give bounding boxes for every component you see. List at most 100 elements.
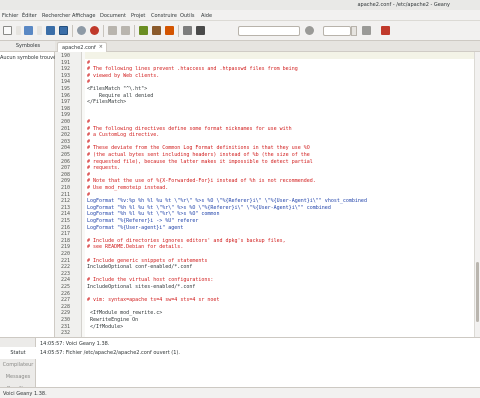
toolbar-separator bbox=[103, 25, 104, 37]
tab-symbols[interactable]: Symboles bbox=[4, 43, 52, 51]
scrollbar-thumb[interactable] bbox=[476, 262, 479, 322]
line-number: 223 bbox=[61, 270, 71, 277]
code-line: # requested file), because the latter ma… bbox=[87, 158, 313, 165]
line-number: 231 bbox=[61, 323, 71, 330]
code-line: # bbox=[87, 138, 91, 145]
code-line: # (the actual bytes sent including heade… bbox=[87, 152, 310, 158]
line-number: 199 bbox=[61, 112, 71, 119]
tab-close-icon[interactable]: × bbox=[99, 44, 103, 50]
line-number: 232 bbox=[61, 330, 71, 337]
menu-fichier[interactable]: Fichier bbox=[2, 13, 18, 19]
code-line: # Use mod_remoteip instead. bbox=[87, 185, 169, 191]
line-number: 220 bbox=[61, 251, 71, 257]
tab-apache2-conf[interactable]: apache2.conf × bbox=[57, 42, 107, 52]
save-all-icon[interactable] bbox=[59, 26, 68, 35]
sidebar-message: Aucun symbole trouvé bbox=[0, 55, 57, 61]
line-number: 225 bbox=[61, 284, 71, 290]
code-line: # bbox=[87, 191, 91, 198]
code-line: # Include of directories ignores editors… bbox=[87, 237, 286, 244]
line-number: 214 bbox=[61, 211, 71, 218]
message-tabs: Statut Compilateur Messages Brouillon bbox=[0, 338, 36, 388]
code-line: IncludeOptional conf-enabled/*.conf bbox=[87, 264, 193, 271]
window-title: apache2.conf - /etc/apache2 - Geany bbox=[357, 2, 450, 8]
line-number: 212 bbox=[61, 198, 71, 205]
line-number: 230 bbox=[61, 317, 71, 323]
line-number: 200 bbox=[61, 119, 71, 125]
tab-messages[interactable]: Messages bbox=[0, 371, 36, 383]
menu-projet[interactable]: Projet bbox=[131, 13, 145, 19]
quit-icon[interactable] bbox=[381, 26, 390, 35]
menu-document[interactable]: Document bbox=[100, 13, 126, 19]
back-icon[interactable] bbox=[108, 26, 117, 35]
line-number: 227 bbox=[61, 297, 71, 304]
code-line: # see README.Debian for details. bbox=[87, 244, 184, 251]
code-line: LogFormat "%h %l %u %t \"%r\" %>s %O \"%… bbox=[87, 204, 331, 211]
code-line: LogFormat "%h %l %u %t \"%r\" %>s %O" co… bbox=[87, 211, 220, 218]
code-line: </FilesMatch> bbox=[87, 99, 127, 106]
line-number: 221 bbox=[61, 257, 71, 264]
code-line: <IfModule mod_rewrite.c> bbox=[87, 310, 163, 317]
code-line: </IfModule> bbox=[87, 323, 124, 330]
forward-icon[interactable] bbox=[121, 26, 130, 35]
new-file-icon[interactable] bbox=[3, 26, 12, 35]
code-line: # These deviate from the Common Log Form… bbox=[87, 145, 310, 152]
line-number: 228 bbox=[61, 303, 71, 310]
line-number: 216 bbox=[61, 224, 71, 231]
code-line: <FilesMatch "^\.ht"> bbox=[87, 86, 148, 92]
close-icon[interactable] bbox=[90, 26, 99, 35]
save-icon[interactable] bbox=[46, 26, 55, 35]
line-number: 218 bbox=[61, 237, 71, 244]
menu-editer[interactable]: Éditer bbox=[22, 13, 37, 19]
code-line: IncludeOptional sites-enabled/*.conf bbox=[87, 284, 196, 290]
goto-line-spinner[interactable] bbox=[351, 26, 357, 36]
title-bar: apache2.conf - /etc/apache2 - Geany bbox=[0, 0, 480, 10]
code-line: # bbox=[87, 171, 91, 178]
fold-margin bbox=[82, 52, 85, 337]
line-number: 204 bbox=[61, 145, 71, 152]
current-line-highlight bbox=[85, 52, 480, 59]
menu-aide[interactable]: Aide bbox=[201, 13, 212, 19]
line-number: 224 bbox=[61, 277, 71, 284]
sidebar-tabs: Symboles bbox=[0, 41, 55, 52]
line-number: 209 bbox=[61, 178, 71, 185]
line-number: 193 bbox=[61, 72, 71, 79]
run-icon[interactable] bbox=[165, 26, 174, 35]
code-line: # requests. bbox=[87, 165, 121, 172]
line-number: 205 bbox=[61, 152, 71, 158]
tab-compiler[interactable]: Compilateur bbox=[0, 359, 36, 371]
toolbar bbox=[0, 21, 480, 41]
line-number: 190 bbox=[61, 53, 71, 59]
line-number: 206 bbox=[61, 158, 71, 165]
color-chooser-icon[interactable] bbox=[183, 26, 192, 35]
menu-outils[interactable]: Outils bbox=[180, 13, 194, 19]
code-line: Require all denied bbox=[87, 92, 154, 99]
toolbar-separator bbox=[178, 25, 179, 37]
revert-icon[interactable] bbox=[77, 26, 86, 35]
zoom-icon[interactable] bbox=[196, 26, 205, 35]
code-line: # Include the virtual host configuration… bbox=[87, 277, 214, 284]
goto-line-icon[interactable] bbox=[362, 26, 371, 35]
open-file-icon[interactable] bbox=[24, 26, 33, 35]
code-line: # Note that the use of %{X-Forwarded-For… bbox=[87, 178, 316, 185]
status-text: Voici Geany 1.38. bbox=[3, 391, 47, 397]
editor-scrollbar[interactable] bbox=[474, 52, 480, 337]
line-number: 195 bbox=[61, 86, 71, 92]
line-number: 192 bbox=[61, 66, 71, 73]
line-number: 191 bbox=[61, 59, 71, 66]
log-line: 14:05:57: Voici Geany 1.38. bbox=[40, 341, 110, 347]
build-icon[interactable] bbox=[152, 26, 161, 35]
menu-construire[interactable]: Construire bbox=[151, 13, 177, 19]
message-panel: Statut Compilateur Messages Brouillon 14… bbox=[0, 337, 480, 388]
menu-affichage[interactable]: Affichage bbox=[72, 13, 96, 19]
search-input[interactable] bbox=[238, 26, 300, 36]
search-icon[interactable] bbox=[305, 26, 314, 35]
open-dropdown-icon[interactable] bbox=[37, 26, 42, 35]
goto-line-input[interactable] bbox=[323, 26, 351, 36]
code-line: # viewed by Web clients. bbox=[87, 72, 160, 79]
code-editor[interactable]: 190 191 #192 # The following lines prevent … bbox=[55, 52, 480, 337]
new-file-dropdown-icon[interactable] bbox=[16, 26, 21, 35]
compile-icon[interactable] bbox=[139, 26, 148, 35]
tab-status[interactable]: Statut bbox=[0, 347, 36, 359]
line-number: 226 bbox=[61, 290, 71, 297]
menu-rechercher[interactable]: Rechercher bbox=[42, 13, 70, 19]
